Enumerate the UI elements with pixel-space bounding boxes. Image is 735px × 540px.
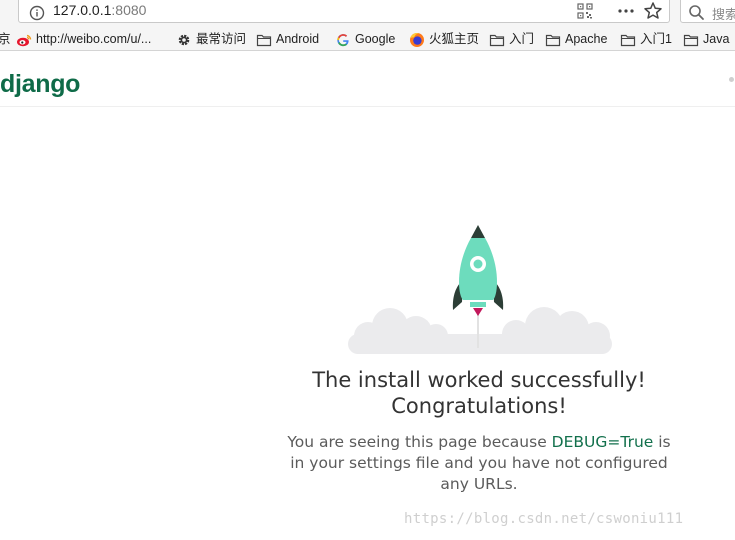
bookmark-label: Java [703,32,730,46]
folder-icon [683,34,699,47]
bookmark-label: Android [276,32,320,46]
url-host: 127.0.0.1 [53,2,112,18]
gear-icon [178,34,190,46]
qr-code-icon[interactable] [577,3,593,19]
info-paragraph: You are seeing this page because DEBUG=T… [279,432,679,495]
bookmark-label: 最常访问 [196,32,247,46]
more-actions-icon[interactable] [617,3,635,19]
url-port: :8080 [111,2,147,18]
bookmark-label: http://weibo.com/u/... [36,32,152,46]
browser-toolbar: 127.0.0.1:8080 搜索 [0,0,735,27]
search-placeholder: 搜索 [712,8,735,23]
google-icon [337,34,349,47]
folder-icon [620,34,636,47]
page-header: django [0,52,735,107]
search-icon [689,5,704,20]
bookmark-label: 入门 [509,32,535,46]
bookmarks-toolbar: 京 http://weibo.com/u/... 最常访问 Android Go… [0,27,735,51]
folder-icon [545,34,561,47]
info-text-pre: You are seeing this page because [287,433,552,451]
weibo-icon [17,34,32,47]
bookmark-label: Apache [565,32,608,46]
rocket-flame [473,308,483,316]
header-ornament [729,77,734,82]
bookmark-star-icon[interactable] [643,1,663,21]
bookmark-label: Google [355,32,396,46]
congratulations-title: Congratulations! [391,394,567,418]
rocket-nose [471,225,485,238]
cloud-icon [348,307,612,354]
bookmark-label: 火狐主页 [429,32,480,46]
bookmark-partial-label: 京 [0,32,11,46]
bookmark-label: 入门1 [640,32,672,46]
info-icon[interactable] [29,5,45,21]
django-logo[interactable]: django [0,70,80,99]
search-bar[interactable]: 搜索 [680,0,735,23]
url-text[interactable]: 127.0.0.1:8080 [53,2,146,18]
folder-icon [256,34,272,47]
watermark: https://blog.csdn.net/cswoniu111 [404,511,684,527]
firefox-icon [410,33,424,47]
rocket-illustration [348,225,612,354]
debug-setting-link[interactable]: DEBUG=True [552,433,654,451]
success-title: The install worked successfully! [312,368,646,392]
folder-icon [489,34,505,47]
url-bar[interactable]: 127.0.0.1:8080 [18,0,670,23]
bookmark-partial[interactable]: 京 [0,31,11,48]
